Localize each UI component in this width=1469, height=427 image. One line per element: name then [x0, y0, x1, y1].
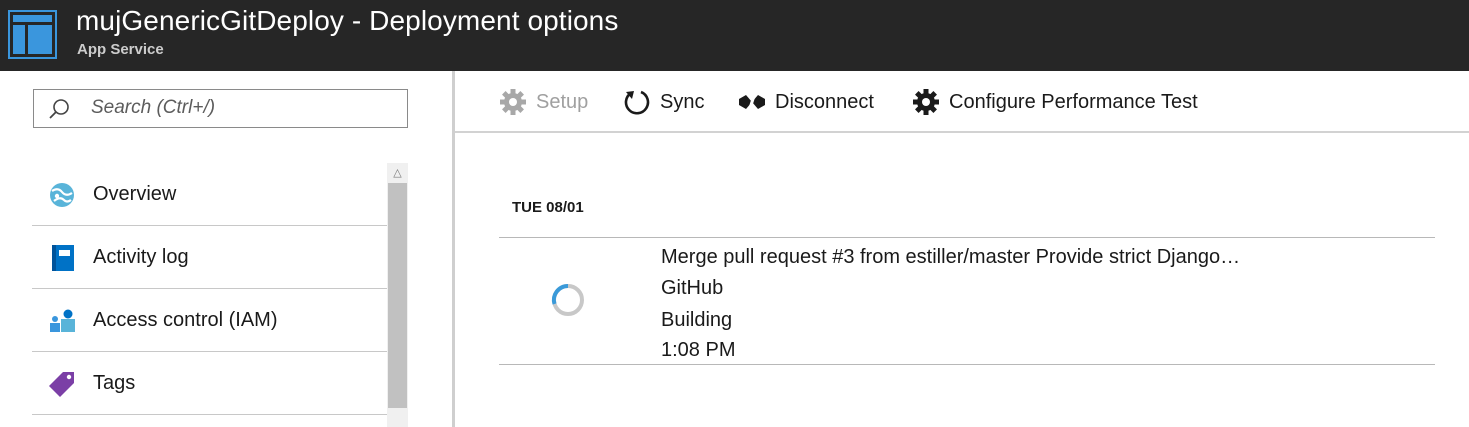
- search-icon: [49, 99, 69, 119]
- sidebar-item-label: Tags: [93, 372, 136, 394]
- scroll-thumb[interactable]: [388, 183, 407, 408]
- sidebar-item-access-control[interactable]: Access control (IAM): [32, 289, 387, 352]
- page-title: mujGenericGitDeploy - Deployment options: [76, 5, 619, 36]
- deployment-status: Building: [661, 309, 733, 331]
- deployment-date-header: TUE 08/01: [512, 199, 584, 216]
- search-input[interactable]: Search (Ctrl+/): [33, 89, 408, 128]
- blade-header: mujGenericGitDeploy - Deployment options…: [0, 0, 1469, 71]
- scroll-up-arrow-icon[interactable]: △: [387, 163, 408, 183]
- disconnect-button[interactable]: Disconnect: [738, 86, 874, 118]
- deployment-time: 1:08 PM: [661, 339, 736, 361]
- search-placeholder: Search (Ctrl+/): [91, 97, 216, 118]
- sync-label: Sync: [660, 90, 705, 113]
- deployment-source: GitHub: [661, 277, 724, 299]
- gear-icon: [500, 89, 526, 115]
- tag-icon: [49, 372, 74, 397]
- sidebar-item-tags[interactable]: Tags: [32, 352, 387, 415]
- sidebar-item-label: Access control (IAM): [93, 309, 278, 331]
- disconnect-plug-icon: [739, 92, 765, 112]
- resource-menu: Search (Ctrl+/) Overview Activity log Ac…: [0, 71, 452, 427]
- activity-log-icon: [52, 245, 74, 271]
- sidebar-menu: Overview Activity log Access control (IA…: [32, 163, 387, 415]
- disconnect-label: Disconnect: [775, 90, 874, 113]
- sidebar-item-overview[interactable]: Overview: [32, 163, 387, 226]
- setup-label: Setup: [536, 90, 589, 113]
- configure-performance-test-button[interactable]: Configure Performance Test: [912, 86, 1198, 118]
- sync-icon: [624, 90, 650, 115]
- gear-icon: [913, 89, 939, 115]
- page-subtitle: App Service: [77, 41, 164, 58]
- configure-performance-test-label: Configure Performance Test: [949, 90, 1198, 113]
- sidebar-item-label: Activity log: [93, 246, 189, 268]
- deployment-list-item[interactable]: Merge pull request #3 from estiller/mast…: [499, 238, 1435, 364]
- app-service-icon: [8, 10, 57, 59]
- command-bar: Setup Sync Disconnect Configure Performa…: [455, 71, 1469, 133]
- sidebar-scrollbar[interactable]: △: [387, 163, 408, 427]
- sync-button[interactable]: Sync: [623, 86, 704, 118]
- sidebar-item-activity-log[interactable]: Activity log: [32, 226, 387, 289]
- deployment-commit-message: Merge pull request #3 from estiller/mast…: [661, 246, 1241, 268]
- row-divider: [499, 364, 1435, 365]
- setup-button[interactable]: Setup: [499, 86, 588, 118]
- building-spinner-icon: [551, 283, 584, 316]
- sidebar-item-label: Overview: [93, 183, 177, 205]
- access-control-icon: [50, 309, 75, 332]
- overview-globe-icon: [50, 183, 74, 207]
